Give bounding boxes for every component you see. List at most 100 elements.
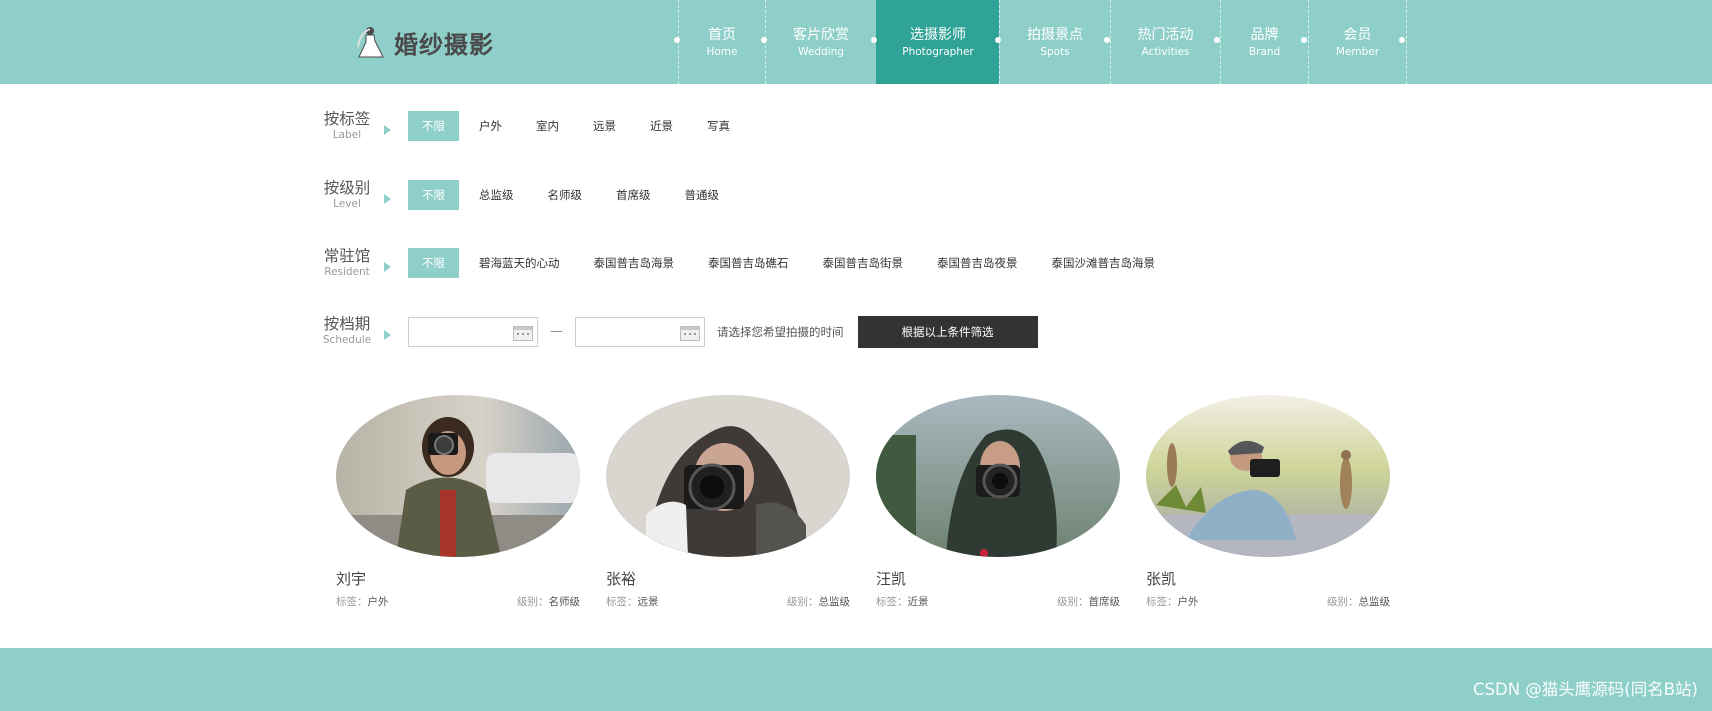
photographer-card: 刘宇 标签：户外 级别：名师级 xyxy=(336,395,580,609)
nav-label: 品牌 xyxy=(1250,26,1279,43)
tag-value: 户外 xyxy=(367,596,389,608)
calendar-icon[interactable] xyxy=(680,326,700,341)
level-key: 级别： xyxy=(787,596,819,608)
bride-icon xyxy=(357,27,384,58)
nav-divider-dot xyxy=(1399,37,1405,43)
nav-brand[interactable]: 品牌 Brand xyxy=(1220,0,1308,84)
nav-divider-dot xyxy=(1214,37,1220,43)
filter-option[interactable]: 写真 xyxy=(690,111,747,141)
nav-sublabel: Brand xyxy=(1248,45,1281,58)
triangle-right-icon xyxy=(384,330,391,340)
site-header: 婚纱摄影 首页 Home 客片欣赏 Wedding 选摄影师 Photograp… xyxy=(0,0,1712,84)
filter-title-cn: 按档期 xyxy=(323,315,371,333)
level-value: 首席级 xyxy=(1088,596,1121,608)
photographer-photo[interactable] xyxy=(606,395,850,557)
logo-text: 婚纱摄影 xyxy=(394,30,494,59)
nav-divider-dot xyxy=(761,37,767,43)
filter-submit-button[interactable]: 根据以上条件筛选 xyxy=(857,316,1038,348)
photographer-image xyxy=(876,395,1120,557)
date-separator: — xyxy=(550,323,563,339)
level-key: 级别： xyxy=(517,596,549,608)
filter-option[interactable]: 泰国普吉岛夜景 xyxy=(920,248,1035,278)
filter-title-en: Level xyxy=(333,198,361,210)
photographer-image xyxy=(336,395,580,557)
watermark-text: CSDN @猫头鹰源码(同名B站) xyxy=(1473,680,1698,699)
schedule-hint: 请选择您希望拍摄的时间 xyxy=(717,325,844,339)
filter-option[interactable]: 户外 xyxy=(462,111,519,141)
nav-label: 首页 xyxy=(708,26,736,43)
triangle-right-icon xyxy=(384,262,391,272)
triangle-right-icon xyxy=(384,194,391,204)
nav-label: 拍摄景点 xyxy=(1027,26,1083,43)
nav-label: 热门活动 xyxy=(1137,26,1194,43)
filter-option[interactable]: 普通级 xyxy=(668,180,737,210)
photographer-meta: 标签：近景 级别：首席级 xyxy=(876,594,1120,609)
filter-resident-row: 常驻馆 Resident 不限 碧海蓝天的心动 泰国普吉岛海景 泰国普吉岛礁石 … xyxy=(322,246,1172,280)
nav-divider-dot xyxy=(995,37,1001,43)
filter-option[interactable]: 泰国普吉岛街景 xyxy=(806,248,921,278)
tag-key: 标签： xyxy=(336,596,368,608)
nav-label: 客片欣赏 xyxy=(793,26,849,43)
filter-option[interactable]: 碧海蓝天的心动 xyxy=(462,248,577,278)
filter-option[interactable]: 不限 xyxy=(408,180,459,210)
nav-photographer[interactable]: 选摄影师 Photographer xyxy=(876,0,999,84)
calendar-icon[interactable] xyxy=(513,326,533,341)
end-date-input[interactable] xyxy=(575,317,705,347)
filter-option[interactable]: 不限 xyxy=(408,111,459,141)
filter-option[interactable]: 首席级 xyxy=(599,180,668,210)
filter-option[interactable]: 泰国普吉岛海景 xyxy=(577,248,692,278)
nav-spots[interactable]: 拍摄景点 Spots xyxy=(999,0,1110,84)
tag-value: 远景 xyxy=(637,596,659,608)
photographer-card: 张裕 标签：远景 级别：总监级 xyxy=(606,395,850,609)
filter-label-row: 按标签 Label 不限 户外 室内 远景 近景 写真 xyxy=(322,109,747,143)
nav-home[interactable]: 首页 Home xyxy=(678,0,765,84)
filter-title-en: Resident xyxy=(324,266,370,278)
filter-schedule-row: 按档期 Schedule — 请选择您希望拍摄的时间 根据以上条件筛选 xyxy=(322,314,1038,348)
filter-title-cn: 按标签 xyxy=(323,110,371,128)
photographer-photo[interactable] xyxy=(876,395,1120,557)
photographer-name[interactable]: 张凯 xyxy=(1146,569,1390,589)
filter-option[interactable]: 泰国沙滩普吉岛海景 xyxy=(1035,248,1173,278)
main-nav: 首页 Home 客片欣赏 Wedding 选摄影师 Photographer 拍… xyxy=(678,0,1407,84)
level-value: 总监级 xyxy=(1358,596,1391,608)
photographer-meta: 标签：户外 级别：名师级 xyxy=(336,594,580,609)
tag-key: 标签： xyxy=(876,596,908,608)
start-date-input[interactable] xyxy=(408,317,538,347)
filter-option[interactable]: 名师级 xyxy=(531,180,600,210)
filter-option[interactable]: 室内 xyxy=(519,111,576,141)
filter-schedule-title: 按档期 Schedule xyxy=(322,315,372,347)
filter-resident-title: 常驻馆 Resident xyxy=(322,247,372,279)
filter-title-en: Label xyxy=(332,129,362,141)
nav-wedding[interactable]: 客片欣赏 Wedding xyxy=(765,0,876,84)
photographer-name[interactable]: 张裕 xyxy=(606,569,850,589)
nav-divider-dot xyxy=(674,37,680,43)
photographer-meta: 标签：户外 级别：总监级 xyxy=(1146,594,1390,609)
nav-member[interactable]: 会员 Member xyxy=(1308,0,1407,84)
photographer-name[interactable]: 刘宇 xyxy=(336,569,580,589)
photographer-image xyxy=(1146,395,1390,557)
tag-value: 近景 xyxy=(907,596,929,608)
filter-option[interactable]: 近景 xyxy=(633,111,690,141)
level-value: 总监级 xyxy=(818,596,851,608)
nav-divider-dot xyxy=(1301,37,1307,43)
triangle-right-icon xyxy=(384,125,391,135)
filter-option[interactable]: 不限 xyxy=(408,248,459,278)
nav-divider-dot xyxy=(1104,37,1110,43)
level-key: 级别： xyxy=(1327,596,1359,608)
photographer-photo[interactable] xyxy=(1146,395,1390,557)
filter-option[interactable]: 总监级 xyxy=(462,180,531,210)
filter-option[interactable]: 泰国普吉岛礁石 xyxy=(691,248,806,278)
tag-key: 标签： xyxy=(1146,596,1178,608)
nav-sublabel: Wedding xyxy=(798,45,844,58)
filter-option[interactable]: 远景 xyxy=(576,111,633,141)
photographer-image xyxy=(606,395,850,557)
photographer-card: 张凯 标签：户外 级别：总监级 xyxy=(1146,395,1390,609)
photographer-name[interactable]: 汪凯 xyxy=(876,569,1120,589)
nav-label: 会员 xyxy=(1343,26,1372,43)
nav-label: 选摄影师 xyxy=(910,26,966,43)
nav-activities[interactable]: 热门活动 Activities xyxy=(1110,0,1220,84)
photographer-card: 汪凯 标签：近景 级别：首席级 xyxy=(876,395,1120,609)
tag-value: 户外 xyxy=(1177,596,1199,608)
photographer-photo[interactable] xyxy=(336,395,580,557)
site-logo[interactable]: 婚纱摄影 xyxy=(356,20,494,64)
